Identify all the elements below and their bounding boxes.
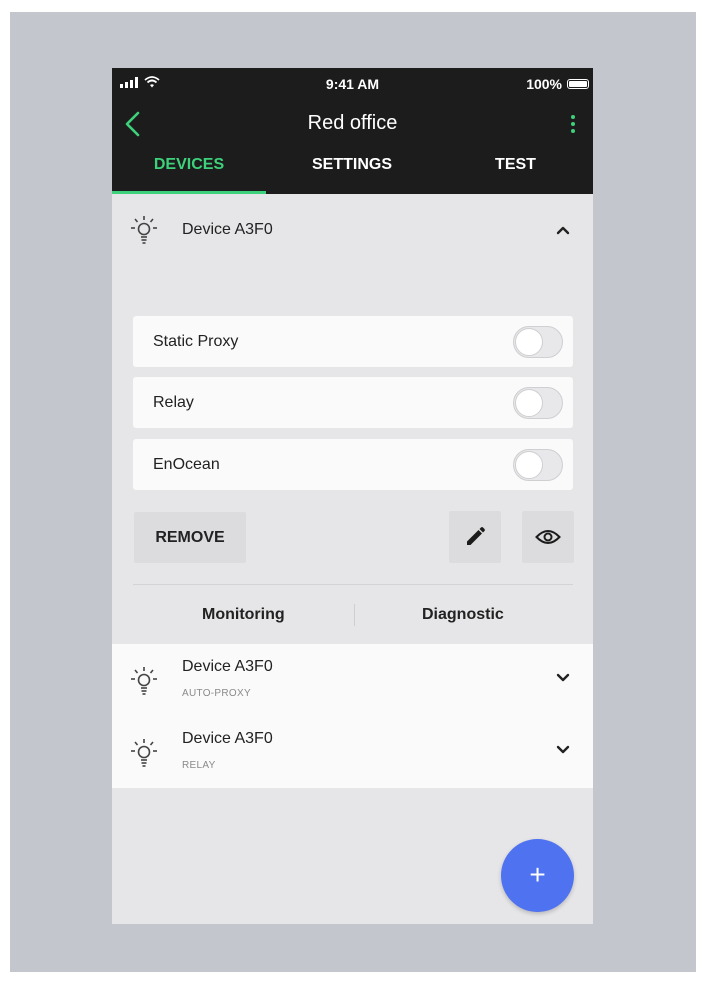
edit-button[interactable] xyxy=(449,511,501,563)
subtab-monitoring[interactable]: Monitoring xyxy=(202,606,285,624)
page-title: Red office xyxy=(307,112,398,134)
subtab-diagnostic[interactable]: Diagnostic xyxy=(422,606,504,624)
back-button[interactable] xyxy=(118,108,150,140)
enocean-toggle[interactable] xyxy=(513,449,563,481)
chevron-up-icon[interactable] xyxy=(553,220,573,240)
device-name: Device A3F0 xyxy=(182,658,273,675)
plus-icon: + xyxy=(529,859,546,890)
more-vert-icon xyxy=(571,115,575,119)
list-item[interactable]: Device A3F0 RELAY xyxy=(112,716,593,788)
battery-icon xyxy=(567,79,589,89)
tab-devices[interactable]: DEVICES xyxy=(112,150,266,194)
option-label: EnOcean xyxy=(153,456,220,473)
tab-settings[interactable]: SETTINGS xyxy=(266,150,438,194)
device-list: Device A3F0 AUTO-PROXY Device A3F0 RELAY xyxy=(112,644,593,788)
eye-icon xyxy=(535,530,561,544)
option-label: Relay xyxy=(153,394,194,411)
add-device-button[interactable]: + xyxy=(501,839,574,912)
tab-bar: DEVICES SETTINGS TEST xyxy=(112,150,593,194)
device-type: RELAY xyxy=(182,760,216,771)
more-options-button[interactable] xyxy=(559,110,587,138)
remove-button[interactable]: REMOVE xyxy=(134,512,246,563)
device-name: Device A3F0 xyxy=(182,221,273,238)
device-header-expanded[interactable]: Device A3F0 xyxy=(112,194,593,266)
phone-screen: 9:41 AM 100% Red office DEVICES SETTINGS… xyxy=(112,68,593,924)
status-time: 9:41 AM xyxy=(325,76,380,92)
relay-toggle[interactable] xyxy=(513,387,563,419)
option-enocean: EnOcean xyxy=(133,439,573,490)
edit-icon xyxy=(467,527,485,545)
subtab-separator xyxy=(354,604,355,626)
bulb-icon xyxy=(131,739,157,767)
status-bar: 9:41 AM 100% xyxy=(112,68,593,98)
option-relay: Relay xyxy=(133,377,573,428)
chevron-down-icon[interactable] xyxy=(553,740,573,760)
back-arrow-icon xyxy=(125,111,140,137)
chevron-down-icon[interactable] xyxy=(553,668,573,688)
option-static-proxy: Static Proxy xyxy=(133,316,573,367)
option-label: Static Proxy xyxy=(153,333,239,350)
battery-indicator: 100% xyxy=(526,76,589,92)
background-frame: 9:41 AM 100% Red office DEVICES SETTINGS… xyxy=(10,12,696,972)
bulb-icon xyxy=(131,667,157,695)
static-proxy-toggle[interactable] xyxy=(513,326,563,358)
sub-tab-bar: Monitoring Diagnostic xyxy=(112,592,593,638)
device-name: Device A3F0 xyxy=(182,730,273,747)
bulb-icon xyxy=(131,216,157,244)
nav-bar: Red office xyxy=(112,98,593,150)
tab-test[interactable]: TEST xyxy=(438,150,593,194)
view-button[interactable] xyxy=(522,511,574,563)
battery-percent: 100% xyxy=(526,76,562,92)
device-type: AUTO-PROXY xyxy=(182,688,251,699)
section-divider xyxy=(133,584,573,585)
list-item[interactable]: Device A3F0 AUTO-PROXY xyxy=(112,644,593,716)
